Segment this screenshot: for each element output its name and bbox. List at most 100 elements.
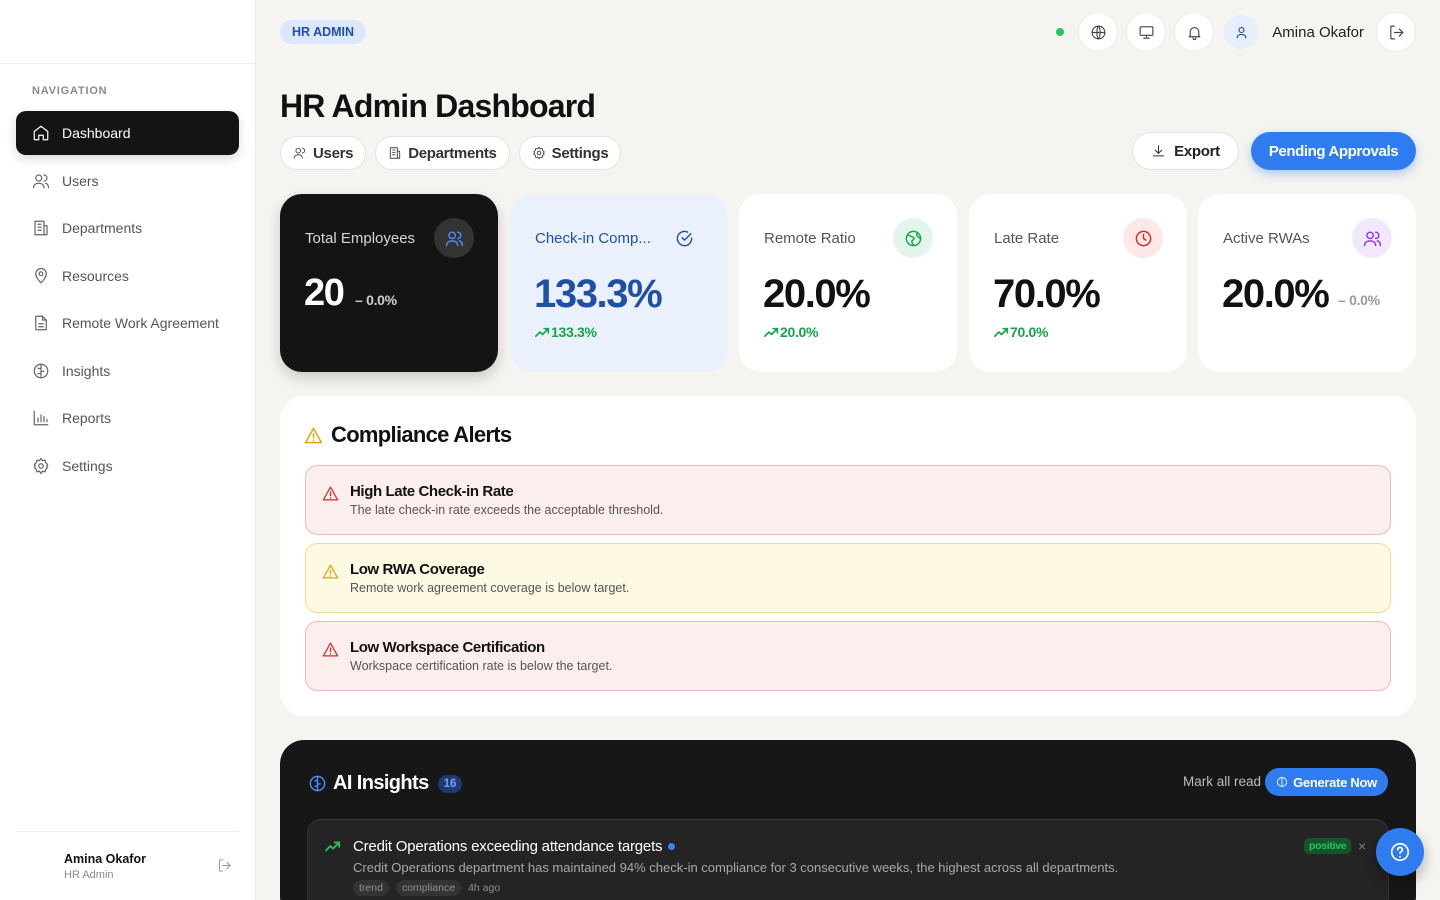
avatar [16,844,60,888]
sidebar-item-departments[interactable]: Departments [16,206,239,250]
ai-insights-header: AI Insights 16 [308,772,463,795]
sidebar-user-card: Amina Okafor HR Admin [16,831,239,900]
insight-title-row: Credit Operations exceeding attendance t… [353,838,676,855]
quick-link-label: Settings [551,144,609,162]
compliance-title: Compliance Alerts [331,422,512,447]
gear-icon [33,457,49,474]
compliance-header: Compliance Alerts [304,422,512,448]
help-button[interactable] [1376,828,1424,876]
sidebar-item-label: Insights [62,362,111,379]
sidebar-item-label: Users [62,172,99,189]
stat-trend-value: 20.0% [780,324,819,340]
trending-up-icon [535,327,550,337]
stat-label: Remote Ratio [764,230,856,247]
dismiss-insight-button[interactable]: × [1358,838,1366,854]
sidebar-logout-button[interactable] [217,858,233,874]
download-icon [1153,144,1165,156]
stat-card-check-in-compliance[interactable]: Check-in Comp... 133.3% 133.3% [510,194,728,372]
stat-trend-value: 0.0% [366,292,397,308]
alert-item[interactable]: Low Workspace Certification Workspace ce… [305,621,1391,691]
user-avatar[interactable] [1224,15,1259,49]
sidebar-item-dashboard[interactable]: Dashboard [16,111,239,155]
quick-link-departments[interactable]: Departments [375,136,510,170]
stat-trend: 20.0% [764,324,819,340]
ai-insights-title: AI Insights [333,772,429,794]
alert-item[interactable]: Low RWA Coverage Remote work agreement c… [305,543,1391,613]
alert-title: High Late Check-in Rate [350,483,514,500]
help-icon [1390,842,1410,862]
logout-icon [1389,25,1403,39]
stat-trend: 133.3% [535,324,597,340]
quick-link-users[interactable]: Users [280,136,367,170]
sidebar-user-role: HR Admin [64,868,114,881]
notifications-button[interactable] [1174,12,1215,52]
logout-button[interactable] [1376,12,1416,52]
sidebar-item-label: Reports [62,410,112,426]
page-title: HR Admin Dashboard [280,88,596,124]
warning-icon [322,642,339,657]
stat-card-active-rwas[interactable]: Active RWAs 20.0% – 0.0% [1198,194,1416,372]
sidebar-item-users[interactable]: Users [16,159,239,203]
quick-link-label: Departments [408,144,497,162]
topbar-actions: Amina Okafor [1056,12,1416,52]
stat-icon-wrapper [1123,218,1163,258]
stat-icon-wrapper [1352,218,1392,258]
bell-icon [1188,26,1201,40]
quick-link-settings[interactable]: Settings [518,136,622,170]
alert-title: Low RWA Coverage [350,561,485,578]
gear-icon [532,146,545,160]
sidebar-logo-area [0,0,255,64]
brain-icon [1277,777,1288,787]
brain-icon [309,775,326,792]
stat-value: 133.3% [534,272,663,316]
insight-tag: trend [353,880,389,896]
sidebar-item-settings[interactable]: Settings [16,444,239,488]
insight-description: Credit Operations department has maintai… [353,860,1119,875]
stat-trend-value: 70.0% [1010,324,1049,340]
trending-up-icon [764,327,779,337]
sidebar-item-reports[interactable]: Reports [16,396,239,440]
user-icon [1236,26,1247,38]
export-label: Export [1174,142,1220,160]
building-icon [390,147,401,159]
alert-item[interactable]: High Late Check-in Rate The late check-i… [305,465,1391,535]
stat-value: 20.0% [763,272,871,316]
sidebar-item-label: Departments [62,220,143,236]
insight-card[interactable]: Credit Operations exceeding attendance t… [307,819,1389,900]
stat-value: 20 [304,272,345,314]
mark-all-read-link[interactable]: Mark all read [1183,774,1261,789]
role-badge: HR ADMIN [280,20,367,44]
home-icon [33,125,49,141]
stat-icon-wrapper [664,218,704,258]
stat-card-late-rate[interactable]: Late Rate 70.0% 70.0% [969,194,1187,372]
check-circle-icon [676,230,692,246]
warning-icon [322,564,339,579]
stat-label: Total Employees [305,230,416,247]
stat-trend-value: 133.3% [551,324,597,340]
sidebar-item-insights[interactable]: Insights [16,349,239,393]
ai-insights-count-badge: 16 [437,774,463,793]
quick-link-label: Users [313,144,354,162]
users-icon [32,173,50,188]
stat-card-remote-ratio[interactable]: Remote Ratio 20.0% 20.0% [739,194,957,372]
insight-title: Credit Operations exceeding attendance t… [353,838,663,855]
language-button[interactable] [1078,12,1119,52]
clock-icon [1135,230,1151,246]
sidebar-item-remote-work-agreement[interactable]: Remote Work Agreement [16,301,239,345]
export-button[interactable]: Export [1132,132,1239,170]
map-pin-icon [35,267,47,283]
monitor-icon [1139,25,1154,39]
document-icon [35,315,47,331]
header-user-name[interactable]: Amina Okafor [1272,24,1364,41]
display-button[interactable] [1126,12,1167,52]
sidebar-item-resources[interactable]: Resources [16,254,239,298]
logout-icon [219,859,231,872]
quick-links: Users Departments Settings [280,136,630,170]
stat-label: Active RWAs [1223,230,1310,247]
stat-card-total-employees[interactable]: Total Employees 20 – 0.0% [280,194,498,372]
generate-now-button[interactable]: Generate Now [1265,768,1388,796]
pending-approvals-button[interactable]: Pending Approvals [1251,132,1416,170]
warning-icon [304,427,323,443]
insight-tags: trend compliance 4h ago [353,880,500,896]
online-status-dot [1056,28,1065,36]
